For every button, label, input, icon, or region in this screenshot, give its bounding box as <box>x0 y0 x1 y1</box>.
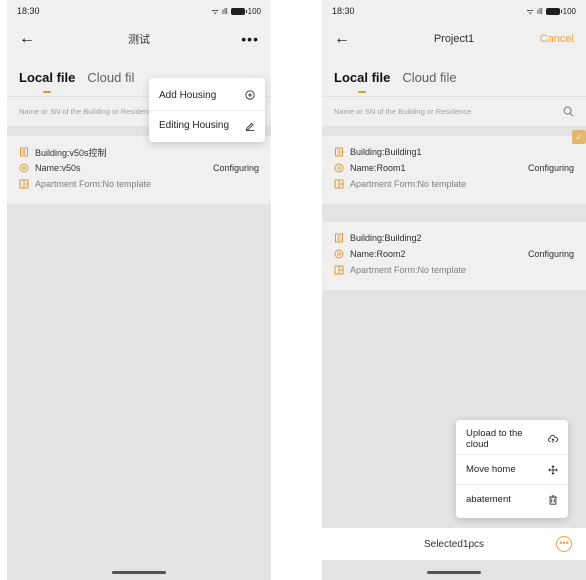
housing-card[interactable]: ✓ Building:Building1 Name:Room1 Configur… <box>322 130 586 204</box>
apartment-row: Apartment Form:No template <box>334 176 574 192</box>
pencil-icon <box>245 122 255 131</box>
editing-housing-label: Editing Housing <box>159 120 230 131</box>
nav-bar: ← Project1 Cancel <box>322 22 586 56</box>
name-icon <box>334 249 344 259</box>
building-icon <box>335 233 343 243</box>
status-badge: Configuring <box>527 163 574 173</box>
name-label: Name:Room2 <box>350 249 406 259</box>
plus-circle-icon <box>245 90 255 100</box>
file-tabs: Local file Cloud file <box>322 56 586 96</box>
left-screen: 18:30 ᯤ ıll 100 ← 测试 ••• Local file Clou… <box>7 0 271 580</box>
tab-local-file[interactable]: Local file <box>334 70 390 93</box>
name-icon <box>334 163 344 173</box>
tab-cloud-file[interactable]: Cloud file <box>402 70 456 85</box>
status-badge: Configuring <box>212 163 259 173</box>
selected-count: Selected1pcs <box>423 538 485 550</box>
trash-icon <box>549 494 557 505</box>
more-icon[interactable]: ••• <box>241 31 259 47</box>
name-label: Name:Room1 <box>350 163 406 173</box>
apartment-icon <box>334 179 344 189</box>
building-label: Building:Building1 <box>350 147 422 157</box>
back-arrow-icon[interactable]: ← <box>334 30 354 48</box>
building-label: Building:Building2 <box>350 233 422 243</box>
status-indicators: ᯤ ıll 100 <box>212 6 261 17</box>
building-row: Building:Building2 <box>334 230 574 246</box>
tab-cloud-file[interactable]: Cloud fil <box>87 70 134 85</box>
status-indicators: ᯤ ıll 100 <box>527 6 576 17</box>
upload-cloud-label: Upload to the cloud <box>466 428 523 450</box>
apartment-label: Apartment Form:No template <box>350 179 467 189</box>
housing-card[interactable]: Building:v50s控制 Name:v50s Configuring Ap… <box>7 136 271 204</box>
home-indicator <box>427 571 481 574</box>
status-time: 18:30 <box>17 6 40 16</box>
wifi-icon: ᯤ <box>526 6 534 16</box>
add-housing-button[interactable]: Add Housing <box>149 80 265 110</box>
upload-cloud-button[interactable]: Upload to the cloud <box>456 424 568 454</box>
apartment-row: Apartment Form:No template <box>19 176 259 192</box>
signal-icon: ıll <box>536 6 543 16</box>
page-title: 测试 <box>128 34 150 46</box>
status-bar: 18:30 ᯤ ıll 100 <box>322 0 586 22</box>
status-badge: Configuring <box>527 249 574 259</box>
check-icon[interactable]: ✓ <box>572 130 586 144</box>
abatement-label: abatement <box>466 494 511 505</box>
battery-level: 100 <box>562 6 576 16</box>
building-label: Building:v50s控制 <box>35 147 107 158</box>
abatement-button[interactable]: abatement <box>456 484 568 514</box>
name-row: Name:Room2 Configuring <box>334 246 574 262</box>
search-input[interactable]: Name or SN of the Building or Residence <box>19 107 156 116</box>
right-screen: 18:30 ᯤ ıll 100 ← Project1 Cancel Local … <box>322 0 586 580</box>
building-row: Building:Building1 <box>334 144 574 160</box>
building-icon <box>20 147 28 157</box>
action-popup: Upload to the cloud Move home abatement <box>456 420 568 518</box>
move-home-label: Move home <box>466 464 516 475</box>
move-icon <box>548 464 558 475</box>
back-arrow-icon[interactable]: ← <box>19 30 39 48</box>
tab-local-file[interactable]: Local file <box>19 70 75 93</box>
apartment-row: Apartment Form:No template <box>334 262 574 278</box>
housing-menu: Add Housing Editing Housing <box>149 78 265 142</box>
cancel-button[interactable]: Cancel <box>540 33 574 45</box>
battery-level: 100 <box>247 6 261 16</box>
status-bar: 18:30 ᯤ ıll 100 <box>7 0 271 22</box>
apartment-icon <box>19 179 29 189</box>
name-label: Name:v50s <box>35 163 81 173</box>
name-row: Name:v50s Configuring <box>19 160 259 176</box>
apartment-icon <box>334 265 344 275</box>
battery-icon <box>230 7 247 15</box>
editing-housing-button[interactable]: Editing Housing <box>149 110 265 140</box>
name-row: Name:Room1 Configuring <box>334 160 574 176</box>
battery-icon <box>545 7 562 15</box>
housing-card[interactable]: Building:Building2 Name:Room2 Configurin… <box>322 222 586 290</box>
wifi-icon: ᯤ <box>211 6 219 16</box>
search-input[interactable]: Name or SN of the Building or Residence <box>334 107 471 116</box>
apartment-label: Apartment Form:No template <box>35 179 152 189</box>
nav-bar: ← 测试 ••• <box>7 22 271 56</box>
building-icon <box>335 147 343 157</box>
add-housing-label: Add Housing <box>159 89 217 101</box>
search-icon[interactable] <box>563 106 574 117</box>
cloud-upload-icon <box>548 434 558 443</box>
name-icon <box>19 163 29 173</box>
apartment-label: Apartment Form:No template <box>350 265 467 275</box>
status-time: 18:30 <box>332 6 355 16</box>
signal-icon: ıll <box>221 6 228 16</box>
search-bar[interactable]: Name or SN of the Building or Residence <box>322 96 586 126</box>
home-indicator <box>112 571 166 574</box>
building-row: Building:v50s控制 <box>19 144 259 160</box>
more-actions-icon[interactable]: ••• <box>556 536 572 552</box>
selection-bar: Selected1pcs ••• <box>322 528 586 560</box>
move-home-button[interactable]: Move home <box>456 454 568 484</box>
